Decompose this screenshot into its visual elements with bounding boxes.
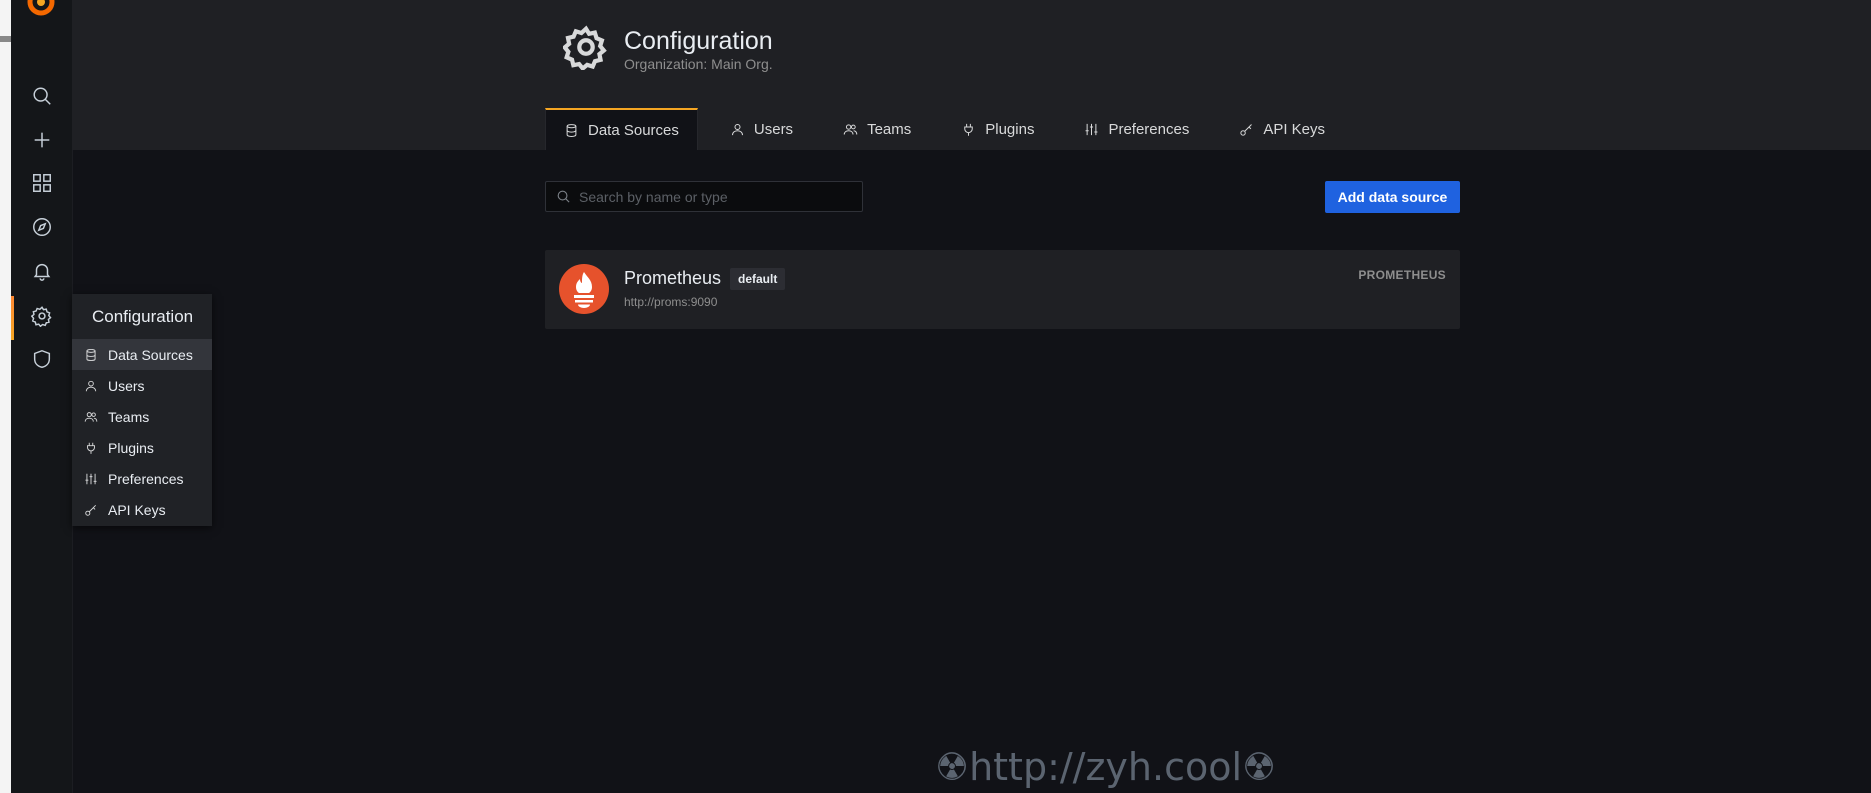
user-icon — [85, 380, 97, 391]
menu-title: Configuration — [92, 306, 194, 326]
search-input[interactable] — [577, 187, 851, 206]
prometheus-logo-icon — [559, 264, 609, 314]
watermark: ☢http://zyh.cool☢ — [935, 745, 1277, 789]
menu-item-data-sources[interactable]: Data Sources — [72, 339, 212, 370]
tab-label: Users — [753, 120, 794, 138]
tab-label: API Keys — [1263, 120, 1326, 138]
shield-icon[interactable] — [27, 344, 57, 374]
database-icon — [566, 123, 577, 137]
menu-item-plugins[interactable]: Plugins — [72, 432, 212, 463]
default-badge: default — [730, 268, 786, 290]
users-icon — [84, 411, 98, 422]
datasource-url: http://proms:9090 — [624, 295, 718, 309]
search-icon[interactable] — [27, 81, 57, 111]
user-icon — [731, 123, 743, 135]
menu-item-label: Teams — [108, 408, 150, 425]
tab-api-keys[interactable]: API Keys — [1221, 108, 1343, 150]
menu-item-teams[interactable]: Teams — [72, 401, 212, 432]
configuration-flyout-menu: Configuration Data Sources Users Teams P… — [72, 294, 212, 526]
plug-icon — [87, 442, 95, 454]
tab-label: Teams — [867, 120, 912, 138]
page-subtitle: Organization: Main Org. — [624, 56, 773, 72]
menu-item-label: Users — [108, 377, 145, 394]
menu-item-users[interactable]: Users — [72, 370, 212, 401]
search-field[interactable] — [545, 181, 863, 212]
compass-icon[interactable] — [27, 212, 57, 242]
menu-item-label: Plugins — [108, 439, 154, 456]
sidebar — [11, 0, 73, 793]
window-edge — [0, 0, 11, 793]
menu-item-label: Data Sources — [108, 346, 193, 363]
sliders-icon — [85, 473, 97, 484]
menu-item-label: API Keys — [108, 501, 166, 518]
bell-icon[interactable] — [27, 256, 57, 286]
tab-label: Preferences — [1108, 120, 1190, 138]
menu-item-api-keys[interactable]: API Keys — [72, 494, 212, 525]
dashboards-icon[interactable] — [27, 168, 57, 198]
active-indicator — [11, 296, 14, 340]
grafana-logo-icon[interactable] — [25, 0, 57, 18]
datasource-name: Prometheus — [624, 268, 722, 288]
add-data-source-button[interactable]: Add data source — [1325, 181, 1460, 213]
gear-icon — [561, 24, 609, 72]
tab-preferences[interactable]: Preferences — [1066, 108, 1207, 150]
edge-mark — [0, 36, 11, 42]
menu-item-label: Preferences — [108, 470, 184, 487]
tab-label: Data Sources — [588, 121, 679, 139]
plus-icon[interactable] — [27, 125, 57, 155]
users-icon — [843, 123, 858, 135]
page-header: Configuration Organization: Main Org. Da… — [72, 0, 1871, 150]
tab-bar: Data Sources Users Teams Plugins Prefere… — [545, 108, 1343, 150]
menu-item-preferences[interactable]: Preferences — [72, 463, 212, 494]
datasource-type: PROMETHEUS — [1358, 268, 1446, 282]
sliders-icon — [1086, 123, 1098, 135]
tab-label: Plugins — [985, 120, 1035, 138]
tab-data-sources[interactable]: Data Sources — [545, 108, 698, 150]
datasource-card[interactable]: Prometheus default http://proms:9090 PRO… — [545, 250, 1460, 329]
page-title: Configuration — [624, 27, 773, 55]
search-icon — [557, 190, 570, 203]
gear-icon[interactable] — [27, 301, 57, 331]
key-icon — [1240, 123, 1253, 136]
database-icon — [86, 348, 96, 361]
plug-icon — [964, 123, 973, 136]
tab-teams[interactable]: Teams — [825, 108, 929, 150]
tab-users[interactable]: Users — [712, 108, 811, 150]
key-icon — [85, 504, 96, 516]
tab-plugins[interactable]: Plugins — [943, 108, 1052, 150]
